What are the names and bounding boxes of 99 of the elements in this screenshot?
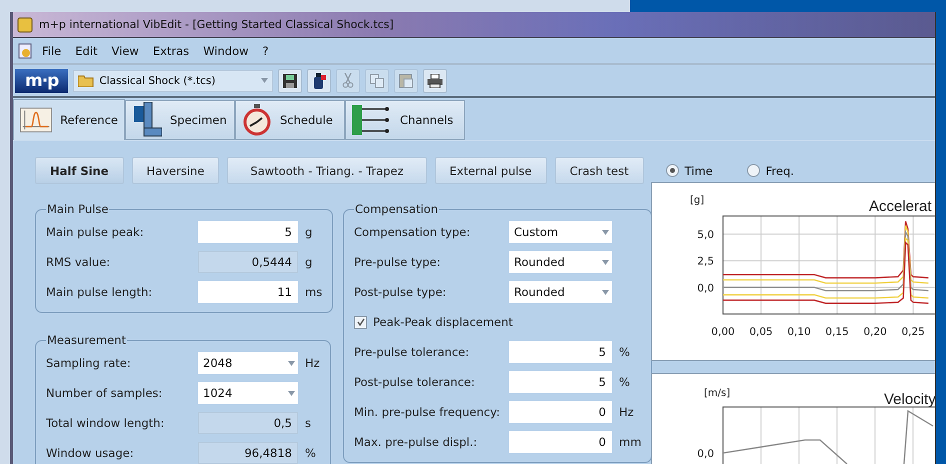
x-tick-label: 0,15: [825, 326, 849, 338]
file-type-dropdown[interactable]: Classical Shock (*.tcs): [73, 70, 274, 92]
chart-title: Accelerat: [869, 198, 932, 215]
input-field[interactable]: 11: [198, 281, 298, 303]
field-label: Compensation type:: [354, 225, 472, 239]
dropdown-field[interactable]: Rounded: [509, 251, 612, 273]
unit-label: %: [619, 375, 630, 389]
checkbox[interactable]: [354, 316, 367, 328]
dropdown-field[interactable]: 2048: [198, 352, 298, 374]
pulse-type-button[interactable]: Crash test: [554, 157, 644, 184]
channel-branches-icon: [352, 105, 392, 135]
input-field[interactable]: 0: [509, 401, 612, 423]
y-tick-label: 2,5: [697, 256, 714, 268]
group-title: Main Pulse: [46, 202, 110, 216]
menu-item[interactable]: Window: [198, 42, 254, 60]
field-label: Post-pulse type:: [354, 285, 448, 299]
field-label: RMS value:: [46, 255, 112, 269]
dropdown-arrow-icon[interactable]: [602, 260, 609, 264]
field-label: Max. pre-pulse displ.:: [354, 435, 478, 449]
field-label: Main pulse length:: [46, 285, 154, 299]
pulse-graph-icon: [20, 107, 52, 133]
menu-item[interactable]: ?: [258, 42, 274, 60]
dropdown-arrow-icon[interactable]: [288, 390, 295, 396]
x-tick-label: 0,05: [749, 326, 773, 338]
menu-item[interactable]: Edit: [70, 42, 103, 60]
dropdown-field[interactable]: Rounded: [509, 281, 612, 303]
copy-icon: [370, 74, 384, 88]
field-label: Main pulse peak:: [46, 225, 145, 239]
menu-item[interactable]: View: [106, 42, 144, 60]
tab[interactable]: Schedule: [235, 100, 345, 140]
dropdown-arrow-icon[interactable]: [602, 230, 609, 234]
unit-label: s: [305, 416, 311, 430]
y-tick-label: 5,0: [697, 229, 714, 242]
pulse-type-button[interactable]: Half Sine: [35, 157, 124, 184]
field-label: Total window length:: [46, 416, 166, 430]
logo: m·p: [15, 68, 68, 92]
menu-item[interactable]: Extras: [148, 42, 194, 60]
field-label: Sampling rate:: [46, 356, 132, 370]
pulse-type-button[interactable]: Sawtooth - Triang. - Trapez: [227, 157, 427, 184]
group-title: Compensation: [354, 202, 439, 216]
app-icon: [17, 16, 33, 32]
group-title: Measurement: [46, 333, 127, 347]
radio-label: Freq.: [766, 164, 794, 178]
fixture-bracket-icon: [132, 102, 162, 138]
pulse-type-button[interactable]: Haversine: [132, 157, 220, 184]
unit-label: %: [619, 345, 630, 359]
radio-button[interactable]: [746, 164, 760, 177]
tab[interactable]: Channels: [345, 100, 465, 140]
stopwatch-icon: [242, 104, 272, 136]
field-label: Min. pre-pulse frequency:: [354, 405, 501, 419]
unit-label: mm: [619, 435, 642, 449]
menu-item[interactable]: File: [37, 42, 66, 60]
field-label: Post-pulse tolerance:: [354, 375, 476, 389]
window-title: m+p international VibEdit - [Getting Started Classical Shock.tcs]: [39, 18, 394, 31]
x-tick-label: 0,10: [787, 326, 811, 338]
input-field[interactable]: 5: [509, 341, 612, 363]
readonly-field: 96,4818: [198, 442, 298, 464]
unit-label: Hz: [305, 356, 320, 370]
tab[interactable]: Specimen: [125, 100, 235, 140]
pulse-type-button[interactable]: External pulse: [434, 157, 547, 184]
dropdown-arrow-icon[interactable]: [261, 78, 268, 83]
dropdown-field[interactable]: 1024: [198, 382, 298, 404]
input-field[interactable]: 0: [509, 431, 612, 453]
x-tick-label: 0,20: [863, 326, 887, 338]
dropdown-arrow-icon[interactable]: [288, 360, 295, 366]
readonly-field: 0,5: [198, 412, 298, 434]
unit-label: ms: [305, 285, 322, 299]
printer-icon: [427, 74, 444, 88]
tab[interactable]: Reference: [13, 99, 125, 140]
radio-button[interactable]: [666, 164, 679, 177]
field-label: Pre-pulse type:: [354, 255, 442, 269]
readonly-field: 0,5444: [198, 251, 298, 273]
y-tick-label: 0,0: [697, 448, 714, 460]
toolbar-button[interactable]: [278, 68, 302, 92]
dropdown-field[interactable]: Custom: [509, 221, 612, 243]
scissors-icon: [342, 73, 354, 88]
y-tick-label: 0,0: [697, 282, 714, 294]
input-field[interactable]: 5: [198, 221, 298, 243]
x-tick-label: 0,00: [711, 326, 735, 338]
axis-unit: [m/s]: [704, 388, 730, 399]
document-icon: [17, 42, 33, 58]
unit-label: Hz: [619, 405, 634, 419]
field-label: Number of samples:: [46, 386, 164, 400]
toolbar-button[interactable]: [307, 68, 332, 92]
unit-label: g: [305, 255, 312, 269]
unit-label: %: [305, 446, 316, 460]
field-label: Window usage:: [46, 446, 135, 460]
unit-label: g: [305, 225, 312, 239]
input-field[interactable]: 5: [509, 371, 612, 393]
radio-label: Time: [684, 164, 713, 178]
x-tick-label: 0,25: [901, 326, 925, 338]
dropdown-arrow-icon[interactable]: [602, 290, 609, 294]
checkbox-label: Peak-Peak displacement: [373, 315, 514, 329]
axis-unit: [g]: [690, 195, 704, 206]
toolbar-button[interactable]: [423, 68, 448, 92]
clipboard-icon: [399, 73, 414, 88]
field-label: Pre-pulse tolerance:: [354, 345, 470, 359]
folder-icon: [78, 74, 94, 86]
bottle-icon: [312, 72, 326, 88]
